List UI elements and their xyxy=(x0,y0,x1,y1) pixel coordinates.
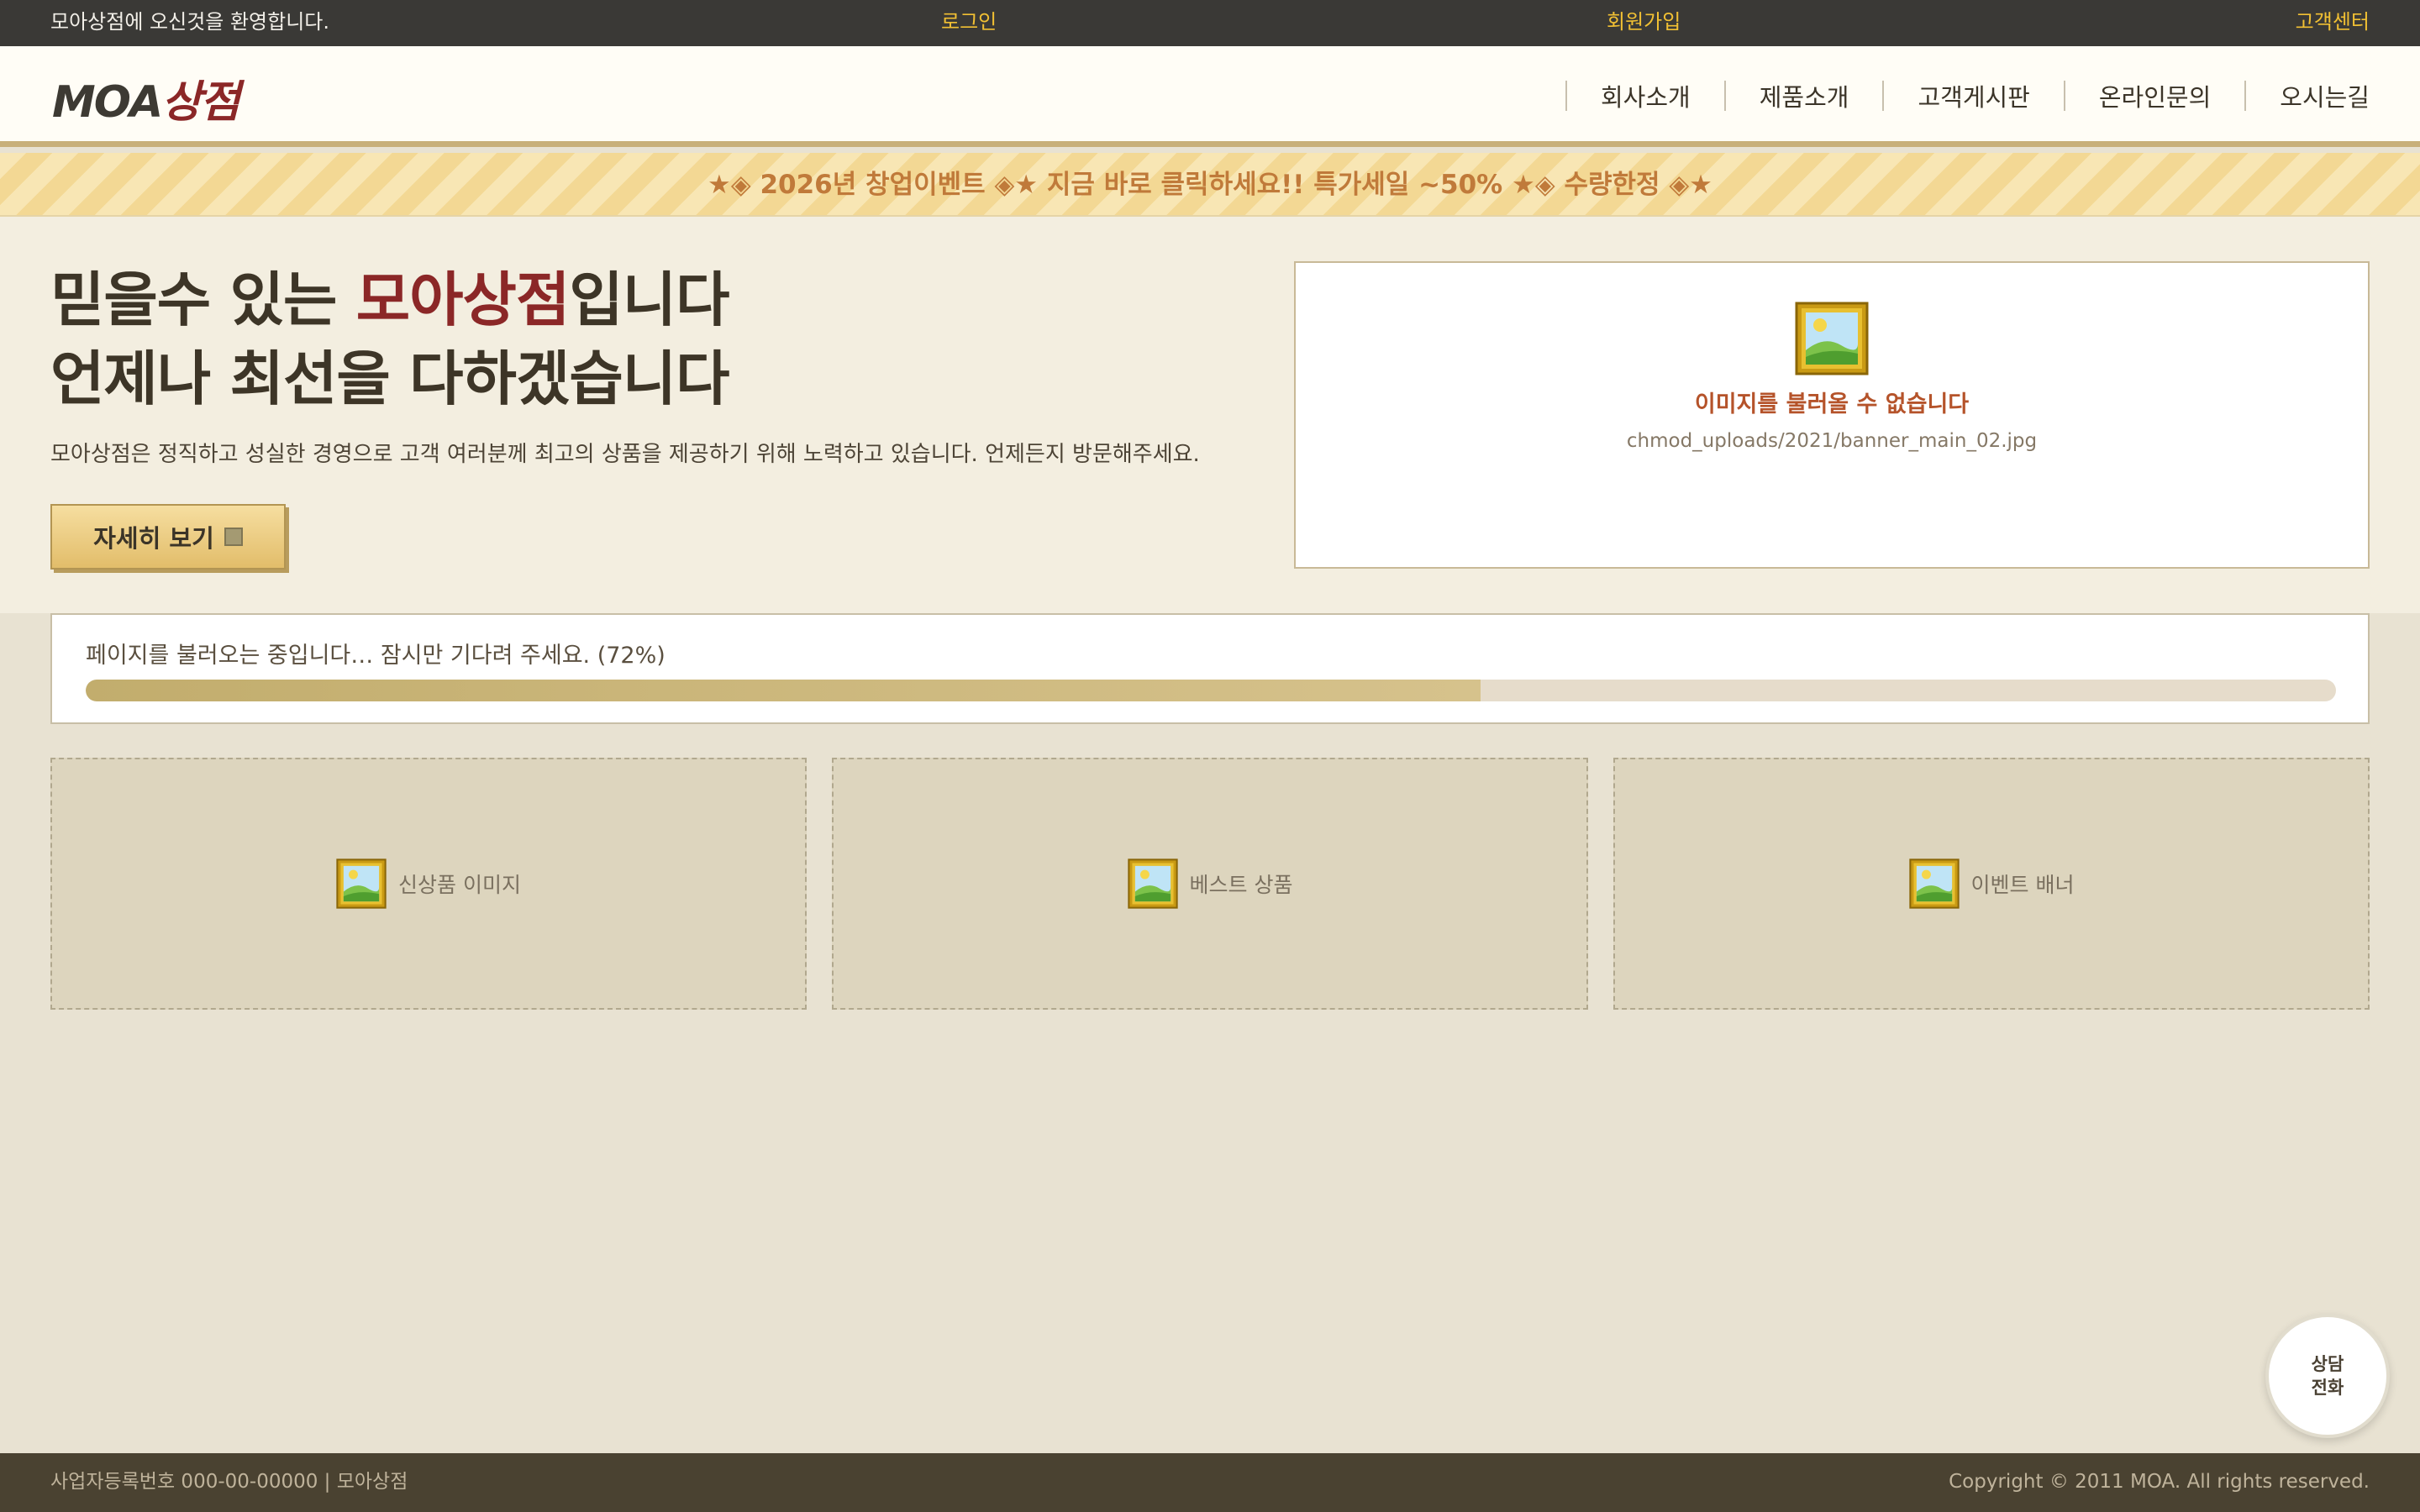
customer-center-link[interactable]: 고객센터 xyxy=(2296,0,2370,44)
more-details-button[interactable]: 자세히 보기 xyxy=(50,504,286,570)
progress-fill xyxy=(86,680,1481,701)
best-product-placeholder[interactable]: 베스트 상품 xyxy=(832,758,1588,1010)
picture-frame-icon xyxy=(336,858,387,909)
hero-line1-accent: 모아상점 xyxy=(355,265,571,334)
nav-divider xyxy=(2244,81,2247,111)
picture-frame-icon xyxy=(1127,858,1178,909)
broken-image-path: chmod_uploads/2021/banner_main_02.jpg xyxy=(1626,430,2038,452)
business-info: 사업자등록번호 000-00-00000 | 모아상점 xyxy=(50,1471,408,1493)
nav-item-company[interactable]: 회사소개 xyxy=(1601,78,1691,113)
nav-item-products[interactable]: 제품소개 xyxy=(1760,78,1849,113)
logo-korean: 상점 xyxy=(161,77,240,128)
hero-line1-suffix: 입니다 xyxy=(569,265,729,334)
loading-panel: 페이지를 불러오는 중입니다… 잠시만 기다려 주세요. (72%) xyxy=(50,613,2370,724)
card-label: 베스트 상품 xyxy=(1189,873,1293,897)
progress-track xyxy=(86,680,2336,701)
nav-divider xyxy=(1565,81,1567,111)
hero-line1-prefix: 믿을수 있는 xyxy=(50,265,356,334)
signup-link[interactable]: 회원가입 xyxy=(1607,0,1681,44)
main-nav: 회사소개 제품소개 고객게시판 온라인문의 오시는길 xyxy=(1532,78,2370,113)
site-footer: 사업자등록번호 000-00-00000 | 모아상점 Copyright © … xyxy=(0,1453,2420,1512)
nav-divider xyxy=(2063,81,2065,111)
top-bar: 모아상점에 오신것을 환영합니다. 로그인 회원가입 고객센터 xyxy=(0,0,2420,46)
nav-item-directions[interactable]: 오시는길 xyxy=(2280,78,2370,113)
copyright: Copyright © 2011 MOA. All rights reserve… xyxy=(1949,1471,2370,1493)
hero-description: 모아상점은 정직하고 성실한 경영으로 고객 여러분께 최고의 상품을 제공하기… xyxy=(50,442,1200,467)
picture-frame-icon xyxy=(1795,302,1869,375)
site-header: MOA상점 회사소개 제품소개 고객게시판 온라인문의 오시는길 xyxy=(0,46,2420,147)
hero-line2: 언제나 최선을 다하겠습니다 xyxy=(50,344,730,413)
placeholder-cards: 신상품 이미지 베스트 상품 이벤트 배너 xyxy=(50,758,2370,1010)
picture-frame-icon xyxy=(1908,858,1960,909)
login-link[interactable]: 로그인 xyxy=(941,0,997,44)
new-product-placeholder[interactable]: 신상품 이미지 xyxy=(50,758,807,1010)
nav-divider xyxy=(1723,81,1726,111)
loading-message: 페이지를 불러오는 중입니다… 잠시만 기다려 주세요. (72%) xyxy=(86,643,666,669)
nav-item-inquiry[interactable]: 온라인문의 xyxy=(2099,78,2211,113)
call-line2: 전화 xyxy=(2311,1378,2344,1398)
logo-latin: MOA xyxy=(52,77,163,128)
welcome-text: 모아상점에 오신것을 환영합니다. xyxy=(50,10,330,34)
hero-heading: 믿을수 있는 모아상점입니다 언제나 최선을 다하겠습니다 xyxy=(50,260,730,418)
broken-banner-image: 이미지를 불러올 수 없습니다 chmod_uploads/2021/banne… xyxy=(1294,261,2370,569)
call-line1: 상담 xyxy=(2311,1354,2344,1374)
event-banner-placeholder[interactable]: 이벤트 배너 xyxy=(1613,758,2370,1010)
card-label: 신상품 이미지 xyxy=(398,873,521,897)
nav-divider xyxy=(1882,81,1885,111)
site-logo[interactable]: MOA상점 xyxy=(52,66,240,129)
promo-banner[interactable]: ★◈ 2026년 창업이벤트 ◈★ 지금 바로 클릭하세요!! 특가세일 ~50… xyxy=(0,153,2420,217)
broken-image-title: 이미지를 불러올 수 없습니다 xyxy=(1694,391,1970,417)
square-icon xyxy=(224,528,243,546)
consult-call-button[interactable]: 상담 전화 xyxy=(2265,1314,2390,1438)
more-details-label: 자세히 보기 xyxy=(93,524,214,553)
card-label: 이벤트 배너 xyxy=(1970,873,2075,897)
nav-item-board[interactable]: 고객게시판 xyxy=(1918,78,2029,113)
hero-section: 믿을수 있는 모아상점입니다 언제나 최선을 다하겠습니다 모아상점은 정직하고… xyxy=(0,217,2420,613)
